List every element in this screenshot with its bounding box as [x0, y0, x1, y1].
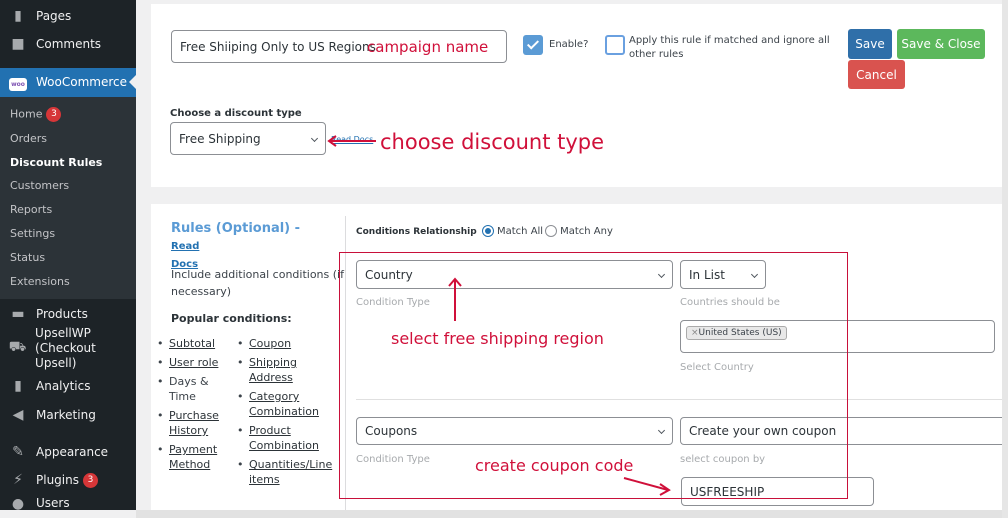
cart-icon: ⛟ [8, 339, 27, 355]
submenu-extensions[interactable]: Extensions [10, 275, 70, 288]
submenu-orders[interactable]: Orders [10, 132, 47, 145]
operator-help-1: Countries should be [680, 297, 780, 308]
condition-link-payment-method[interactable]: Payment Method [155, 442, 227, 472]
discount-type-label: Choose a discount type [170, 108, 302, 119]
annotation-arrow-right [623, 477, 671, 496]
condition-link-subtotal[interactable]: Subtotal [155, 336, 227, 351]
save-close-button[interactable]: Save & Close [897, 29, 985, 59]
right-edge [1002, 0, 1008, 518]
sidebar-item-users[interactable]: ● Users [0, 496, 136, 510]
page-bottom-edge [136, 510, 1008, 518]
analytics-icon: ▮ [14, 378, 22, 394]
coupon-mode-select[interactable]: Create your own coupon [680, 417, 1008, 445]
pages-icon: ▮ [14, 8, 22, 24]
submenu-home[interactable]: Home 3 [10, 107, 62, 122]
cancel-button[interactable]: Cancel [848, 60, 905, 89]
condition-link-user-role[interactable]: User role [155, 355, 227, 370]
annotation-arrow-up [448, 277, 462, 321]
check-icon [526, 37, 540, 50]
operator-help-2: select coupon by [680, 454, 766, 465]
submenu-settings[interactable]: Settings [10, 227, 55, 240]
discount-type-select[interactable]: Free Shipping [170, 122, 326, 155]
sidebar-item-analytics[interactable]: ▮ Analytics [0, 372, 136, 400]
popular-conditions-col2: Coupon Shipping Address Category Combina… [235, 336, 335, 491]
sidebar-item-appearance[interactable]: ✎ Appearance [0, 438, 136, 466]
condition-link-product-combination[interactable]: Product Combination [235, 423, 335, 453]
screen: ▮ Pages ■ Comments woo WooCommerce Home 3… [0, 0, 1008, 518]
remove-tag-icon[interactable]: × [691, 328, 699, 338]
comments-icon: ■ [11, 36, 25, 52]
home-badge: 3 [46, 107, 62, 122]
annotation-arrow-left [327, 135, 376, 147]
woocommerce-icon: woo [8, 74, 28, 91]
annotation-discount-type: choose discount type [380, 130, 605, 154]
sidebar-item-marketing[interactable]: ◀ Marketing [0, 401, 136, 429]
popular-conditions-col1: Subtotal User role Days & Time Purchase … [155, 336, 227, 476]
annotation-campaign-name: campaign name [367, 38, 489, 56]
condition-type-help-1: Condition Type [356, 297, 430, 308]
match-all-radio[interactable] [482, 225, 494, 237]
chevron-down-icon [750, 270, 759, 278]
operator-select-1[interactable]: In List [680, 260, 766, 289]
enable-label: Enable? [549, 39, 589, 50]
condition-link-quantities[interactable]: Quantities/Line items [235, 457, 335, 487]
admin-sidebar: ▮ Pages ■ Comments woo WooCommerce Home 3… [0, 0, 136, 510]
condition-link-purchase-history[interactable]: Purchase History [155, 408, 227, 438]
conditions-relationship-radios: Match All Match Any [482, 225, 613, 237]
condition-link-shipping-address[interactable]: Shipping Address [235, 355, 335, 385]
active-caret [129, 75, 136, 89]
woocommerce-submenu: Home 3 Orders Discount Rules Customers Re… [0, 97, 136, 299]
country-tag: ×United States (US) [686, 326, 787, 340]
megaphone-icon: ◀ [12, 407, 24, 423]
exclusive-label: Apply this rule if matched and ignore al… [629, 35, 830, 60]
submenu-reports[interactable]: Reports [10, 203, 52, 216]
submenu-customers[interactable]: Customers [10, 179, 69, 192]
condition-link-coupon[interactable]: Coupon [235, 336, 335, 351]
popular-conditions-title: Popular conditions: [171, 312, 292, 325]
match-any-radio[interactable] [545, 225, 558, 237]
condition-type-help-2: Condition Type [356, 454, 430, 465]
sidebar-item-upsellwp[interactable]: ⛟ UpsellWP (Checkout Upsell) [0, 326, 136, 370]
sidebar-item-pages[interactable]: ▮ Pages [0, 2, 136, 30]
rules-description: Include additional conditions (if necessa… [171, 268, 344, 298]
sidebar-item-plugins[interactable]: ⚡ Plugins 3 [0, 466, 136, 494]
row-divider [356, 399, 1008, 400]
plugin-icon: ⚡ [13, 472, 23, 488]
value-help-1: Select Country [680, 362, 754, 373]
column-divider [345, 216, 346, 510]
save-button[interactable]: Save [848, 29, 892, 59]
coupon-code-input[interactable]: USFREESHIP [681, 477, 874, 506]
condition-days-time: Days & Time [155, 374, 227, 404]
sidebar-item-woocommerce[interactable]: woo WooCommerce [0, 68, 136, 97]
condition-type-select-2[interactable]: Coupons [356, 417, 673, 445]
condition-type-select-1[interactable]: Country [356, 260, 673, 289]
submenu-discount-rules[interactable]: Discount Rules [10, 156, 102, 169]
plugins-badge: 3 [82, 472, 98, 488]
match-any-label: Match Any [560, 225, 613, 237]
exclusive-checkbox[interactable] [605, 35, 625, 55]
annotation-coupon: create coupon code [475, 456, 634, 475]
products-icon: ▬ [11, 306, 25, 322]
submenu-status[interactable]: Status [10, 251, 45, 264]
chevron-down-icon [657, 270, 666, 278]
annotation-region: select free shipping region [391, 329, 604, 348]
chevron-down-icon [657, 426, 666, 435]
conditions-relationship-label: Conditions Relationship [356, 227, 477, 237]
country-multiselect[interactable]: ×United States (US) [680, 320, 995, 353]
match-all-label: Match All [497, 225, 544, 237]
sidebar-item-products[interactable]: ▬ Products [0, 300, 136, 328]
enable-checkbox[interactable] [523, 35, 543, 55]
condition-link-category-combination[interactable]: Category Combination [235, 389, 335, 419]
chevron-down-icon [310, 134, 319, 142]
rule-settings-panel: Free Shiiping Only to US Regions campaig… [151, 4, 1008, 187]
brush-icon: ✎ [12, 444, 24, 460]
sidebar-item-comments[interactable]: ■ Comments [0, 30, 136, 58]
user-icon: ● [11, 496, 25, 510]
rules-read-docs-link[interactable]: Read [171, 241, 199, 252]
